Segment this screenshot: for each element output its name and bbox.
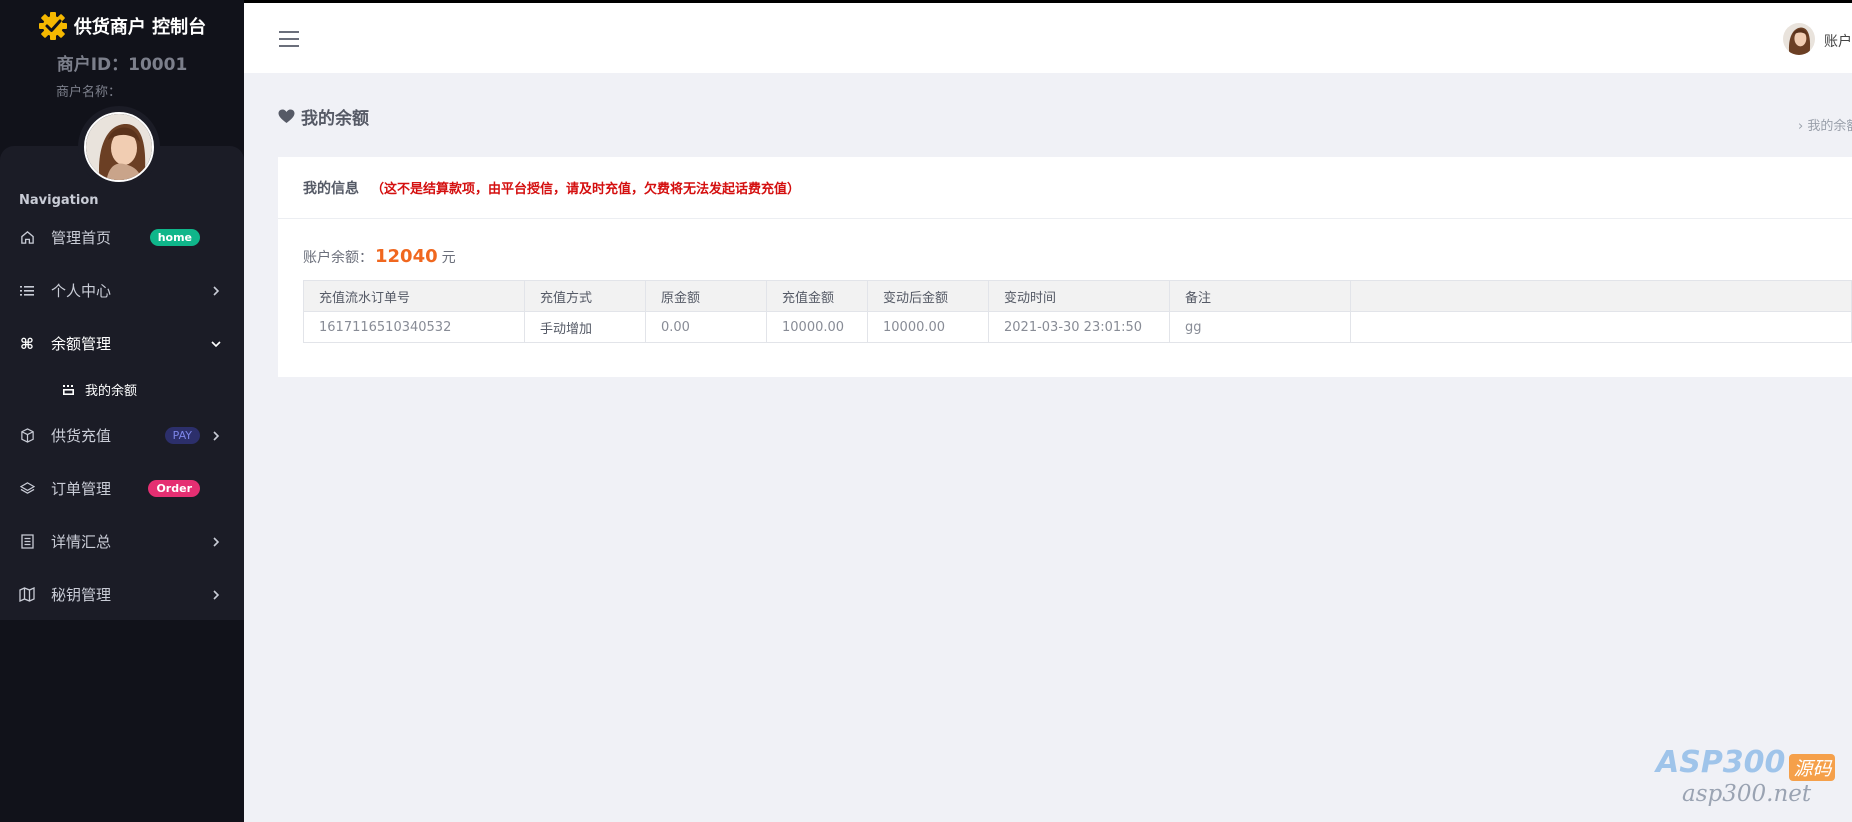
sidebar-item-keys[interactable]: 秘钥管理 — [0, 568, 244, 621]
table-cell: 0.00 — [645, 311, 767, 343]
sidebar-item-label: 供货充值 — [51, 427, 112, 445]
card-title: 我的信息 — [303, 180, 359, 197]
sidebar-item-profile[interactable]: 个人中心 — [0, 264, 244, 317]
topbar: 账户 — [244, 0, 1852, 73]
chevron-right-icon — [213, 285, 220, 296]
page-title-text: 我的余额 — [301, 109, 369, 129]
home-icon — [19, 230, 35, 246]
sidebar-item-label: 订单管理 — [51, 480, 112, 498]
home-badge: home — [149, 229, 200, 246]
document-icon — [19, 534, 35, 550]
sidebar-item-label: 管理首页 — [51, 229, 112, 247]
map-icon — [19, 587, 35, 603]
card-warning: （这不是结算款项，由平台授信，请及时充值，欠费将无法发起话费充值） — [371, 182, 801, 197]
sidebar-item-summary[interactable]: 详情汇总 — [0, 515, 244, 568]
column-header[interactable]: 原金额 — [645, 280, 767, 312]
sidebar-item-label: 个人中心 — [51, 282, 112, 300]
avatar-frame — [78, 106, 160, 188]
brand[interactable]: 供货商户 控制台 — [0, 0, 244, 46]
sidebar-subitem-label: 我的余额 — [85, 384, 138, 399]
table-cell: 手动增加 — [524, 311, 646, 343]
chevron-right-icon — [213, 536, 220, 547]
watermark-bottom: asp300.net — [1682, 781, 1812, 807]
table-cell: 2021-03-30 23:01:50 — [988, 311, 1170, 343]
column-header[interactable]: 充值流水订单号 — [303, 280, 525, 312]
table-cell: 10000.00 — [766, 311, 868, 343]
watermark-top: ASP300 — [1656, 745, 1786, 780]
wallet-icon — [63, 385, 74, 395]
account-label[interactable]: 账户 — [1824, 31, 1852, 51]
column-header[interactable]: 充值方式 — [524, 280, 646, 312]
sidebar-item-label: 详情汇总 — [51, 533, 112, 551]
watermark-logo: ASP300 源码 asp300.net — [1656, 745, 1852, 822]
balance-unit: 元 — [441, 250, 456, 266]
brand-title: 供货商户 控制台 — [73, 17, 207, 38]
sidebar-nav: 管理首页 home 个人中心 ⌘ 余额管理 我的余额 供货充值 PAY 订单管理… — [0, 211, 244, 621]
sidebar-item-label: 秘钥管理 — [51, 586, 112, 604]
column-header[interactable]: 充值金额 — [766, 280, 868, 312]
account-avatar[interactable] — [1783, 23, 1815, 55]
card-header: 我的信息 （这不是结算款项，由平台授信，请及时充值，欠费将无法发起话费充值） — [278, 157, 1852, 219]
sidebar-subitem-my-balance[interactable]: 我的余额 — [0, 370, 244, 409]
chevron-right-icon — [213, 430, 220, 441]
heart-icon — [278, 109, 295, 123]
account-avatar-photo — [1783, 23, 1815, 55]
page-title: 我的余额 — [278, 104, 369, 129]
table-row[interactable]: 1617116510340532 手动增加 0.00 10000.00 1000… — [303, 311, 1852, 343]
command-icon: ⌘ — [20, 334, 34, 353]
merchant-name: 商户名称： — [56, 85, 122, 100]
balance-row: 账户余额： 12040 元 — [303, 246, 456, 267]
table-header-row: 充值流水订单号 充值方式 原金额 充值金额 变动后金额 变动时间 备注 — [303, 280, 1852, 312]
sidebar-item-dashboard[interactable]: 管理首页 home — [0, 211, 244, 264]
sidebar-item-orders[interactable]: 订单管理 Order — [0, 462, 244, 515]
order-badge: Order — [148, 480, 200, 497]
sidebar-item-balance[interactable]: ⌘ 余额管理 — [0, 317, 244, 370]
merchant-id: 商户ID：10001 — [56, 55, 188, 75]
menu-toggle-icon[interactable] — [279, 31, 299, 47]
sidebar-item-label: 余额管理 — [51, 335, 112, 353]
column-header[interactable]: 变动后金额 — [867, 280, 989, 312]
pay-badge: PAY — [164, 427, 200, 444]
balance-card: 我的信息 （这不是结算款项，由平台授信，请及时充值，欠费将无法发起话费充值） 账… — [278, 157, 1852, 377]
table-cell: 10000.00 — [867, 311, 989, 343]
watermark-tag: 源码 — [1789, 754, 1836, 781]
chevron-down-icon — [211, 340, 221, 347]
box-icon — [19, 428, 35, 444]
column-header — [1350, 280, 1852, 312]
brand-logo-icon — [38, 12, 67, 40]
nav-heading: Navigation — [19, 193, 99, 208]
balance-amount: 12040 — [375, 246, 438, 267]
table-cell: 1617116510340532 — [303, 311, 525, 343]
breadcrumb[interactable]: › 我的余额 — [1798, 115, 1852, 134]
sidebar: 供货商户 控制台 商户ID：10001 商户名称： Navigation 管理首… — [0, 0, 244, 822]
sidebar-item-recharge[interactable]: 供货充值 PAY — [0, 409, 244, 462]
table-cell: gg — [1169, 311, 1351, 343]
column-header[interactable]: 备注 — [1169, 280, 1351, 312]
chevron-right-icon — [213, 589, 220, 600]
avatar[interactable] — [84, 112, 154, 182]
avatar-photo — [86, 114, 152, 180]
column-header[interactable]: 变动时间 — [988, 280, 1170, 312]
list-icon — [19, 283, 35, 299]
layers-icon — [19, 481, 35, 497]
recharge-table: 充值流水订单号 充值方式 原金额 充值金额 变动后金额 变动时间 备注 1617… — [303, 280, 1852, 343]
balance-label: 账户余额： — [303, 250, 373, 266]
table-cell — [1350, 311, 1852, 343]
